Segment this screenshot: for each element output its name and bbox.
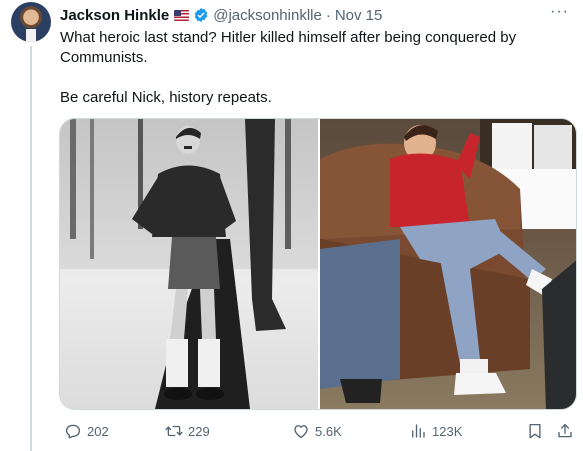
post-text-line-1: What heroic last stand? Hitler killed hi… bbox=[60, 29, 517, 66]
action-bar: 202 229 5.6K 123K bbox=[60, 422, 575, 444]
like-button[interactable]: 5.6K bbox=[292, 422, 342, 440]
like-count: 5.6K bbox=[315, 423, 342, 439]
post-header: Jackson Hinkle @jacksonhinklle · Nov 15 bbox=[60, 6, 382, 24]
media-grid[interactable] bbox=[59, 118, 577, 410]
reply-icon bbox=[65, 424, 81, 439]
author-handle[interactable]: @jacksonhinklle bbox=[213, 7, 322, 24]
post-text: What heroic last stand? Hitler killed hi… bbox=[60, 28, 565, 108]
reply-button[interactable]: 202 bbox=[64, 422, 109, 440]
view-count: 123K bbox=[432, 423, 463, 439]
modern-photo[interactable] bbox=[320, 119, 576, 409]
share-button[interactable] bbox=[556, 422, 574, 440]
historical-photo[interactable] bbox=[60, 119, 318, 409]
repost-count: 229 bbox=[188, 423, 210, 439]
repost-icon bbox=[165, 425, 183, 437]
reply-count: 202 bbox=[87, 423, 109, 439]
more-options-button[interactable]: ··· bbox=[550, 3, 569, 21]
us-flag-icon bbox=[174, 9, 190, 21]
thread-line bbox=[30, 46, 32, 451]
separator-dot: · bbox=[325, 6, 331, 24]
bookmark-icon bbox=[529, 423, 541, 439]
post-timestamp[interactable]: Nov 15 bbox=[335, 7, 383, 24]
views-button[interactable]: 123K bbox=[409, 422, 462, 440]
share-icon bbox=[558, 423, 572, 438]
avatar[interactable] bbox=[11, 2, 51, 42]
verified-icon bbox=[194, 8, 208, 22]
bookmark-button[interactable] bbox=[526, 422, 544, 440]
author-name[interactable]: Jackson Hinkle bbox=[60, 7, 169, 24]
post-text-line-2: Be careful Nick, history repeats. bbox=[60, 89, 272, 106]
views-icon bbox=[412, 424, 425, 438]
like-icon bbox=[294, 425, 308, 439]
repost-button[interactable]: 229 bbox=[165, 422, 210, 440]
